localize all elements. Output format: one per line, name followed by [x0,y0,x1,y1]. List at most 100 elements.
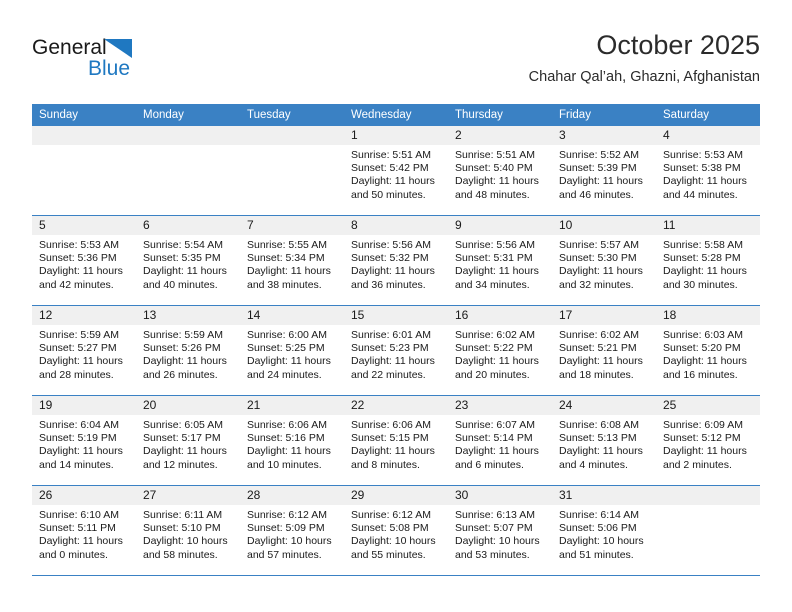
day-sun-info: Sunrise: 5:59 AM Sunset: 5:26 PM Daylight:… [136,325,240,382]
daylight-text-line2: and 40 minutes. [143,278,218,291]
day-number: 20 [136,396,240,415]
day-sun-info: Sunrise: 5:55 AM Sunset: 5:34 PM Daylight:… [240,235,344,292]
day-sun-info: Sunrise: 5:56 AM Sunset: 5:31 PM Daylight:… [448,235,552,292]
sunset-text: Sunset: 5:19 PM [39,432,117,445]
sunset-text: Sunset: 5:32 PM [351,252,429,265]
page-header: General Blue October 2025 Chahar Qal’ah,… [32,28,760,98]
calendar-day-cell[interactable]: 17 Sunrise: 6:02 AM Sunset: 5:21 PM Dayligh… [552,305,656,396]
calendar-day-cell[interactable]: 23 Sunrise: 6:07 AM Sunset: 5:14 PM Dayligh… [448,395,552,486]
calendar-day-cell[interactable]: 21 Sunrise: 6:06 AM Sunset: 5:16 PM Dayligh… [240,395,344,486]
daylight-text-line1: Daylight: 11 hours [247,265,331,278]
day-number: 6 [136,216,240,235]
sunset-text: Sunset: 5:13 PM [559,432,637,445]
daylight-text-line1: Daylight: 11 hours [143,265,227,278]
daylight-text-line2: and 57 minutes. [247,548,322,561]
sunrise-text: Sunrise: 5:53 AM [663,149,743,161]
daylight-text-line1: Daylight: 11 hours [455,265,539,278]
daylight-text-line2: and 22 minutes. [351,368,426,381]
weekday-header-monday: Monday [136,104,240,126]
daylight-text-line2: and 12 minutes. [143,458,218,471]
daylight-text-line1: Daylight: 11 hours [351,175,435,188]
calendar-day-cell[interactable]: 18 Sunrise: 6:03 AM Sunset: 5:20 PM Dayligh… [656,305,760,396]
sunrise-text: Sunrise: 6:12 AM [351,509,431,521]
calendar-day-cell[interactable]: 12 Sunrise: 5:59 AM Sunset: 5:27 PM Dayligh… [32,305,136,396]
sunset-text: Sunset: 5:23 PM [351,342,429,355]
calendar-day-cell[interactable]: 19 Sunrise: 6:04 AM Sunset: 5:19 PM Dayligh… [32,395,136,486]
daylight-text-line1: Daylight: 10 hours [559,535,644,548]
sunrise-text: Sunrise: 6:02 AM [455,329,535,341]
calendar-day-cell[interactable]: 25 Sunrise: 6:09 AM Sunset: 5:12 PM Dayligh… [656,395,760,486]
sunset-text: Sunset: 5:14 PM [455,432,533,445]
calendar-day-cell[interactable]: 9 Sunrise: 5:56 AM Sunset: 5:31 PM Daylight… [448,215,552,306]
daylight-text-line1: Daylight: 11 hours [247,355,331,368]
calendar-day-cell-empty [240,126,344,216]
daylight-text-line1: Daylight: 11 hours [663,445,747,458]
daylight-text-line1: Daylight: 11 hours [559,175,643,188]
day-sun-info: Sunrise: 6:08 AM Sunset: 5:13 PM Daylight:… [552,415,656,472]
day-number: 13 [136,306,240,325]
calendar-day-cell[interactable]: 16 Sunrise: 6:02 AM Sunset: 5:22 PM Dayligh… [448,305,552,396]
day-sun-info: Sunrise: 5:53 AM Sunset: 5:36 PM Daylight:… [32,235,136,292]
sunset-text: Sunset: 5:38 PM [663,162,741,175]
calendar-day-cell[interactable]: 15 Sunrise: 6:01 AM Sunset: 5:23 PM Dayligh… [344,305,448,396]
daylight-text-line2: and 55 minutes. [351,548,426,561]
calendar-day-cell[interactable]: 31 Sunrise: 6:14 AM Sunset: 5:06 PM Dayligh… [552,485,656,576]
sunset-text: Sunset: 5:34 PM [247,252,325,265]
day-number: 8 [344,216,448,235]
daylight-text-line1: Daylight: 11 hours [39,265,123,278]
daylight-text-line2: and 6 minutes. [455,458,524,471]
calendar-day-cell[interactable]: 28 Sunrise: 6:12 AM Sunset: 5:09 PM Dayligh… [240,485,344,576]
sunrise-text: Sunrise: 6:00 AM [247,329,327,341]
calendar-day-cell[interactable]: 1 Sunrise: 5:51 AM Sunset: 5:42 PM Daylight… [344,126,448,216]
sunset-text: Sunset: 5:25 PM [247,342,325,355]
calendar-day-cell[interactable]: 14 Sunrise: 6:00 AM Sunset: 5:25 PM Dayligh… [240,305,344,396]
daylight-text-line2: and 18 minutes. [559,368,634,381]
calendar-day-cell[interactable]: 4 Sunrise: 5:53 AM Sunset: 5:38 PM Daylight… [656,126,760,216]
calendar-day-cell[interactable]: 10 Sunrise: 5:57 AM Sunset: 5:30 PM Dayligh… [552,215,656,306]
sunset-text: Sunset: 5:26 PM [143,342,221,355]
sunrise-text: Sunrise: 5:59 AM [39,329,119,341]
calendar-day-cell[interactable]: 7 Sunrise: 5:55 AM Sunset: 5:34 PM Daylight… [240,215,344,306]
month-calendar: Sunday Monday Tuesday Wednesday Thursday… [32,104,760,576]
calendar-day-cell[interactable]: 8 Sunrise: 5:56 AM Sunset: 5:32 PM Daylight… [344,215,448,306]
calendar-day-cell[interactable]: 27 Sunrise: 6:11 AM Sunset: 5:10 PM Dayligh… [136,485,240,576]
day-number [240,126,344,145]
calendar-day-cell[interactable]: 3 Sunrise: 5:52 AM Sunset: 5:39 PM Daylight… [552,126,656,216]
calendar-week-row: 12 Sunrise: 5:59 AM Sunset: 5:27 PM Dayligh… [32,305,760,396]
calendar-day-cell[interactable]: 22 Sunrise: 6:06 AM Sunset: 5:15 PM Dayligh… [344,395,448,486]
sunset-text: Sunset: 5:15 PM [351,432,429,445]
daylight-text-line1: Daylight: 11 hours [143,355,227,368]
calendar-day-cell[interactable]: 29 Sunrise: 6:12 AM Sunset: 5:08 PM Dayligh… [344,485,448,576]
daylight-text-line1: Daylight: 10 hours [351,535,436,548]
day-sun-info: Sunrise: 6:11 AM Sunset: 5:10 PM Daylight:… [136,505,240,562]
daylight-text-line1: Daylight: 11 hours [663,175,747,188]
daylight-text-line2: and 38 minutes. [247,278,322,291]
calendar-body: 1 Sunrise: 5:51 AM Sunset: 5:42 PM Daylight… [32,126,760,576]
calendar-day-cell[interactable]: 26 Sunrise: 6:10 AM Sunset: 5:11 PM Dayligh… [32,485,136,576]
day-sun-info: Sunrise: 6:06 AM Sunset: 5:16 PM Daylight:… [240,415,344,472]
daylight-text-line2: and 53 minutes. [455,548,530,561]
calendar-day-cell[interactable]: 11 Sunrise: 5:58 AM Sunset: 5:28 PM Dayligh… [656,215,760,306]
day-sun-info: Sunrise: 6:02 AM Sunset: 5:22 PM Daylight:… [448,325,552,382]
day-sun-info: Sunrise: 6:01 AM Sunset: 5:23 PM Daylight:… [344,325,448,382]
daylight-text-line2: and 48 minutes. [455,188,530,201]
calendar-day-cell[interactable]: 2 Sunrise: 5:51 AM Sunset: 5:40 PM Daylight… [448,126,552,216]
daylight-text-line2: and 26 minutes. [143,368,218,381]
calendar-day-cell[interactable]: 30 Sunrise: 6:13 AM Sunset: 5:07 PM Dayligh… [448,485,552,576]
calendar-day-cell[interactable]: 24 Sunrise: 6:08 AM Sunset: 5:13 PM Dayligh… [552,395,656,486]
sunrise-text: Sunrise: 5:53 AM [39,239,119,251]
sunrise-text: Sunrise: 6:05 AM [143,419,223,431]
calendar-day-cell[interactable]: 20 Sunrise: 6:05 AM Sunset: 5:17 PM Dayligh… [136,395,240,486]
calendar-day-cell[interactable]: 6 Sunrise: 5:54 AM Sunset: 5:35 PM Daylight… [136,215,240,306]
day-sun-info: Sunrise: 6:12 AM Sunset: 5:08 PM Daylight:… [344,505,448,562]
logo-text-blue: Blue [88,57,131,80]
daylight-text-line2: and 24 minutes. [247,368,322,381]
daylight-text-line1: Daylight: 11 hours [455,445,539,458]
calendar-day-cell[interactable]: 13 Sunrise: 5:59 AM Sunset: 5:26 PM Dayligh… [136,305,240,396]
day-number: 31 [552,486,656,505]
sunset-text: Sunset: 5:16 PM [247,432,325,445]
daylight-text-line1: Daylight: 11 hours [455,355,539,368]
day-sun-info: Sunrise: 6:02 AM Sunset: 5:21 PM Daylight:… [552,325,656,382]
weekday-header-wednesday: Wednesday [344,104,448,126]
calendar-day-cell[interactable]: 5 Sunrise: 5:53 AM Sunset: 5:36 PM Daylight… [32,215,136,306]
